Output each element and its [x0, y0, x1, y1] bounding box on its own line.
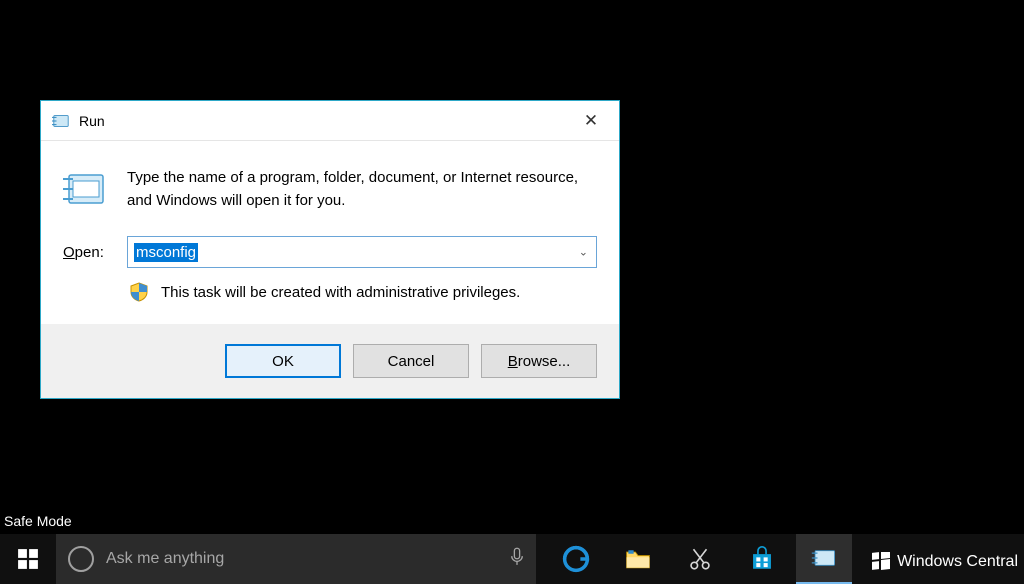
- folder-icon: [624, 545, 652, 573]
- cortana-icon: [68, 546, 94, 572]
- admin-privileges-label: This task will be created with administr…: [161, 284, 520, 301]
- chevron-down-icon[interactable]: ⌄: [579, 246, 588, 259]
- safe-mode-label: Safe Mode: [4, 513, 72, 529]
- open-label: Open:: [63, 244, 111, 261]
- dialog-body: Type the name of a program, folder, docu…: [41, 141, 619, 324]
- run-large-icon: [63, 167, 107, 211]
- taskbar: Ask me anything: [0, 534, 1024, 584]
- taskbar-run[interactable]: [796, 534, 852, 584]
- run-icon: [51, 111, 71, 131]
- ok-button[interactable]: OK: [225, 344, 341, 378]
- dialog-description: Type the name of a program, folder, docu…: [127, 167, 597, 212]
- close-icon: ✕: [584, 111, 598, 131]
- search-box[interactable]: Ask me anything: [56, 534, 536, 584]
- taskbar-snipping-tool[interactable]: [672, 534, 728, 584]
- open-combobox[interactable]: msconfig ⌄: [127, 236, 597, 268]
- edge-icon: [562, 545, 590, 573]
- cancel-button[interactable]: Cancel: [353, 344, 469, 378]
- taskbar-file-explorer[interactable]: [610, 534, 666, 584]
- microphone-icon[interactable]: [510, 547, 524, 572]
- browse-button[interactable]: Browse...: [481, 344, 597, 378]
- taskbar-store[interactable]: [734, 534, 790, 584]
- search-placeholder: Ask me anything: [106, 550, 498, 568]
- store-icon: [749, 546, 775, 572]
- run-taskbar-icon: [811, 545, 837, 571]
- taskbar-pinned: [548, 534, 852, 584]
- open-input-value: msconfig: [134, 243, 198, 262]
- scissors-icon: [687, 546, 713, 572]
- titlebar[interactable]: Run ✕: [41, 101, 619, 141]
- button-bar: OK Cancel Browse...: [41, 324, 619, 398]
- dialog-title: Run: [79, 113, 571, 129]
- close-button[interactable]: ✕: [571, 106, 611, 136]
- start-button[interactable]: [0, 534, 56, 584]
- run-dialog: Run ✕ Type the name of a program, folder…: [40, 100, 620, 399]
- windows-icon: [17, 548, 39, 570]
- shield-icon: [129, 282, 149, 302]
- taskbar-edge[interactable]: [548, 534, 604, 584]
